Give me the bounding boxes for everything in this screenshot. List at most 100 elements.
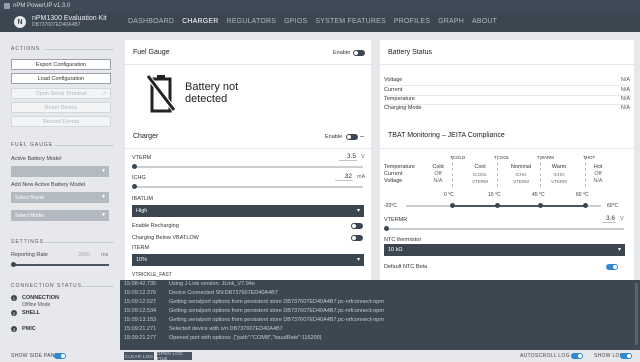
- warm-voltage: VTERM: [551, 179, 567, 184]
- active-battery-model-select[interactable]: ▼: [11, 166, 109, 177]
- charger-enable-toggle[interactable]: [346, 134, 358, 140]
- main-navigation: DASHBOARD CHARGER REGULATORS GPIOS SYSTE…: [124, 12, 501, 32]
- reporting-rate-slider[interactable]: [13, 264, 109, 266]
- ibatlim-select[interactable]: High ▾: [132, 205, 364, 217]
- charging-below-vbatlow-toggle[interactable]: [351, 235, 363, 241]
- current-label: Current: [384, 87, 403, 93]
- temperature-label: Temperature: [384, 96, 415, 102]
- temperature-row-label: Temperature: [384, 164, 415, 170]
- nominal-label: Nominal: [510, 164, 532, 170]
- tab-about[interactable]: ABOUT: [468, 12, 501, 32]
- fuel-gauge-enable-label: Enable: [333, 50, 351, 56]
- jeita-vterm-slider[interactable]: [386, 228, 624, 230]
- tcold-value: 0 °C: [444, 192, 454, 198]
- autoscroll-log-label: AUTOSCROLL LOG: [520, 353, 570, 359]
- cool-voltage: VTERM: [472, 179, 488, 184]
- battery-off-icon: [147, 73, 175, 113]
- tab-profiles[interactable]: PROFILES: [390, 12, 434, 32]
- warm-current: ICHG: [553, 172, 565, 177]
- vterm-input[interactable]: 3.5: [339, 153, 357, 161]
- show-side-panel-toggle[interactable]: [54, 353, 66, 359]
- external-link-icon: ↗: [101, 90, 106, 97]
- ichg-slider[interactable]: [134, 186, 363, 188]
- connection-state: Offline Mode: [22, 302, 51, 308]
- chevron-down-icon: ▼: [101, 212, 106, 218]
- tab-system-features[interactable]: SYSTEM FEATURES: [311, 12, 390, 32]
- iterm-select[interactable]: 10% ▾: [132, 254, 364, 266]
- add-battery-model-label: Add New Active Battery Model: [11, 182, 85, 188]
- autoscroll-log-toggle[interactable]: [571, 353, 583, 359]
- jeita-vterm-label: VTERMR: [384, 217, 408, 223]
- twarm-handle[interactable]: [538, 203, 543, 208]
- open-log-file-button[interactable]: OPEN LOG FILE: [157, 351, 192, 361]
- temperature-range-fill: [452, 205, 585, 207]
- record-events-button[interactable]: Record Events: [11, 116, 111, 127]
- connection-status-item: 1 CONNECTION Offline Mode: [11, 295, 111, 311]
- open-serial-terminal-button[interactable]: Open Serial Terminal ↗: [11, 88, 111, 99]
- reporting-rate-label: Reporting Rate: [11, 252, 48, 258]
- window-title: nPM PowerUP v1.3.0: [13, 3, 71, 9]
- reset-device-button[interactable]: Reset Device: [11, 102, 111, 113]
- device-serial: DB737607ED40A4B7: [32, 22, 81, 28]
- select-brand-dropdown[interactable]: Select Brand ▼: [11, 192, 109, 203]
- thot-handle[interactable]: [583, 203, 588, 208]
- jeita-vterm-slider-handle[interactable]: [384, 226, 389, 231]
- load-configuration-button[interactable]: Load Configuration: [11, 73, 111, 84]
- reporting-rate-value[interactable]: 2000: [78, 252, 90, 258]
- ichg-input[interactable]: 32: [335, 173, 353, 181]
- device-info[interactable]: nPM1300 Evaluation Kit DB737607ED40A4B7: [32, 15, 107, 28]
- select-model-label: Select Model: [15, 213, 44, 219]
- tcool-value: 10 °C: [488, 192, 501, 198]
- tab-gpios[interactable]: GPIOS: [280, 12, 311, 32]
- enable-recharging-toggle[interactable]: [351, 223, 363, 229]
- charger-enable-label: Enable: [325, 134, 343, 140]
- jeita-vterm-unit: V: [620, 216, 624, 222]
- current-row-label: Current: [384, 171, 403, 177]
- divider: [125, 148, 371, 149]
- log-entry: 15:09:12.376 Device Connected SN:DB737607…: [124, 290, 278, 296]
- clear-log-button[interactable]: CLEAR LOG: [124, 352, 154, 360]
- default-ntc-beta-toggle[interactable]: [606, 264, 618, 270]
- fuel-gauge-heading: FUEL GAUGE: [11, 142, 54, 148]
- divider: [44, 242, 114, 243]
- ntc-thermistor-select[interactable]: 10 kΩ ▾: [384, 244, 625, 256]
- log-panel[interactable]: 15:08:42.735 Using J-Link version: JLink_…: [120, 280, 640, 350]
- select-model-dropdown[interactable]: Select Model ▼: [11, 210, 109, 221]
- tab-dashboard[interactable]: DASHBOARD: [124, 12, 178, 32]
- status-number-icon: 1: [11, 295, 17, 301]
- chevron-down-icon: ▼: [101, 168, 106, 174]
- ichg-label: ICHG: [132, 175, 146, 181]
- export-configuration-button[interactable]: Export Configuration: [11, 59, 111, 70]
- status-number-icon: 2: [11, 310, 17, 316]
- tcool-handle[interactable]: [495, 203, 500, 208]
- jeita-vterm-input[interactable]: 3.6: [602, 215, 616, 223]
- divider: [384, 95, 630, 96]
- twarm-marker: [540, 157, 541, 187]
- reporting-rate-slider-handle[interactable]: [11, 262, 16, 267]
- default-ntc-beta-label: Default NTC Beta: [384, 264, 428, 270]
- ichg-slider-handle[interactable]: [132, 184, 137, 189]
- log-scrollbar[interactable]: [635, 283, 638, 345]
- tab-graph[interactable]: GRAPH: [434, 12, 468, 32]
- charger-menu-icon[interactable]: –: [360, 133, 364, 140]
- battery-status-title: Battery Status: [388, 49, 432, 56]
- fuel-gauge-title: Fuel Gauge: [133, 49, 170, 56]
- vterm-slider-handle[interactable]: [132, 164, 137, 169]
- vterm-unit: V: [361, 154, 365, 160]
- shell-status-item: 2 SHELL: [11, 310, 111, 326]
- tab-charger[interactable]: CHARGER: [178, 12, 222, 32]
- nominal-current: ICHG: [515, 172, 527, 177]
- jeita-row-headers: Temperature Current Voltage: [384, 164, 415, 185]
- iterm-value: 10%: [136, 257, 148, 263]
- pmic-label: PMIC: [22, 326, 36, 332]
- ntc-thermistor-label: NTC thermistor: [384, 237, 422, 243]
- tcold-handle[interactable]: [450, 203, 455, 208]
- log-entry: 15:09:21.271 Selected device with s/n DB7…: [124, 326, 283, 332]
- tab-regulators[interactable]: REGULATORS: [223, 12, 281, 32]
- thot-value: 60 °C: [576, 192, 589, 198]
- show-log-toggle[interactable]: [620, 353, 632, 359]
- fuel-gauge-enable-toggle[interactable]: [353, 50, 365, 56]
- vterm-slider[interactable]: [134, 166, 363, 168]
- actions-heading: ACTIONS: [11, 46, 41, 52]
- charging-below-vbatlow-label: Charging Below VBATLOW: [132, 235, 199, 241]
